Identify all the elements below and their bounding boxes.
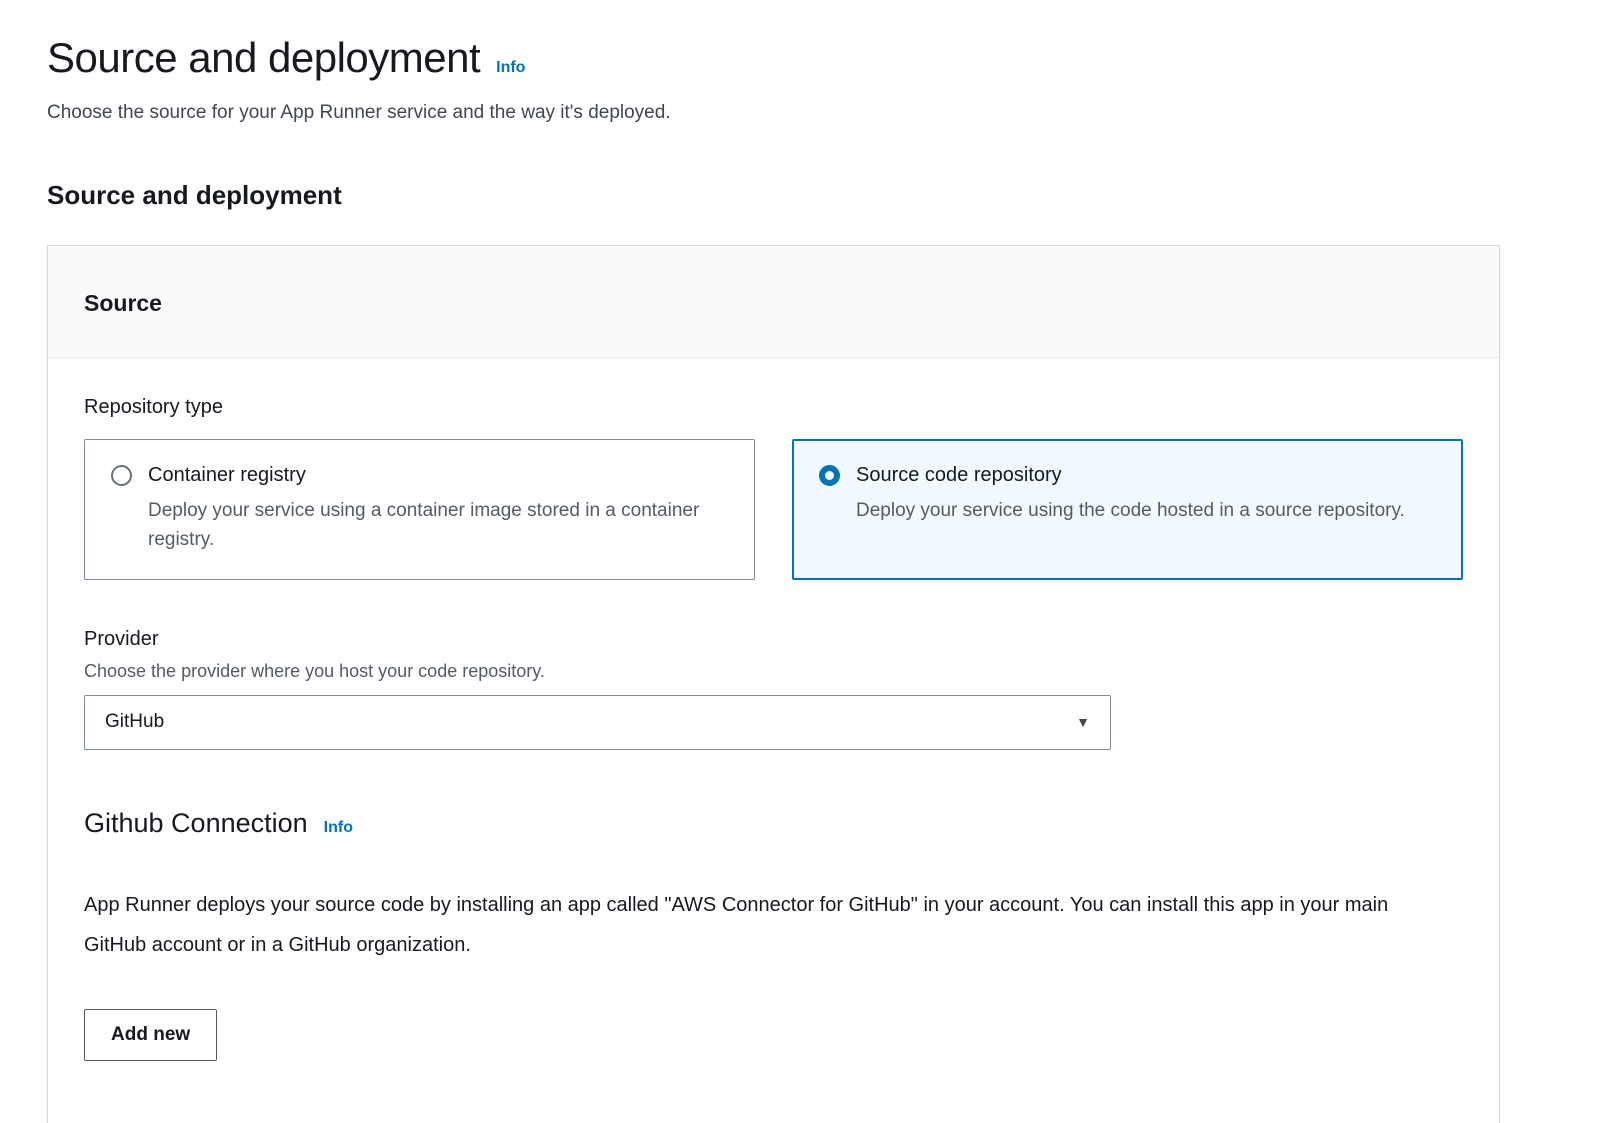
page-header: Source and deployment Info <box>47 34 1500 82</box>
radio-unselected-icon[interactable] <box>111 465 132 486</box>
source-panel: Source Repository type Container registr… <box>47 245 1500 1123</box>
github-connection-body: App Runner deploys your source code by i… <box>84 885 1449 965</box>
page-title-info-link[interactable]: Info <box>496 59 525 77</box>
caret-down-icon: ▼ <box>1076 714 1090 730</box>
repository-type-tiles: Container registry Deploy your service u… <box>84 439 1463 580</box>
tile-container-registry-description: Deploy your service using a container im… <box>148 496 708 555</box>
content-area: Source and deployment Info Choose the so… <box>47 34 1500 1123</box>
provider-select-value: GitHub <box>105 711 164 733</box>
tile-container-registry[interactable]: Container registry Deploy your service u… <box>84 439 755 580</box>
tile-source-code-repository-description: Deploy your service using the code hoste… <box>856 496 1416 525</box>
tile-container-registry-top: Container registry <box>111 464 728 487</box>
section-heading: Source and deployment <box>47 180 1500 211</box>
page: Source and deployment Info Choose the so… <box>0 0 1600 1123</box>
github-connection-header: Github Connection Info <box>84 808 1463 839</box>
tile-source-code-repository-title: Source code repository <box>856 464 1062 487</box>
add-new-button[interactable]: Add new <box>84 1009 217 1061</box>
provider-select[interactable]: GitHub ▼ <box>84 695 1111 750</box>
source-panel-title: Source <box>84 290 162 316</box>
tile-source-code-repository-top: Source code repository <box>819 464 1436 487</box>
source-panel-body: Repository type Container registry Deplo… <box>48 358 1499 1121</box>
radio-selected-icon[interactable] <box>819 465 840 486</box>
provider-description: Choose the provider where you host your … <box>84 661 1463 682</box>
repository-type-label: Repository type <box>84 396 1463 419</box>
tile-source-code-repository[interactable]: Source code repository Deploy your servi… <box>792 439 1463 580</box>
page-title: Source and deployment <box>47 34 480 82</box>
source-panel-header: Source <box>48 246 1499 358</box>
page-subtitle: Choose the source for your App Runner se… <box>47 102 1500 124</box>
provider-label: Provider <box>84 628 1463 651</box>
tile-container-registry-title: Container registry <box>148 464 306 487</box>
github-connection-heading: Github Connection <box>84 808 308 839</box>
github-connection-info-link[interactable]: Info <box>324 819 353 837</box>
